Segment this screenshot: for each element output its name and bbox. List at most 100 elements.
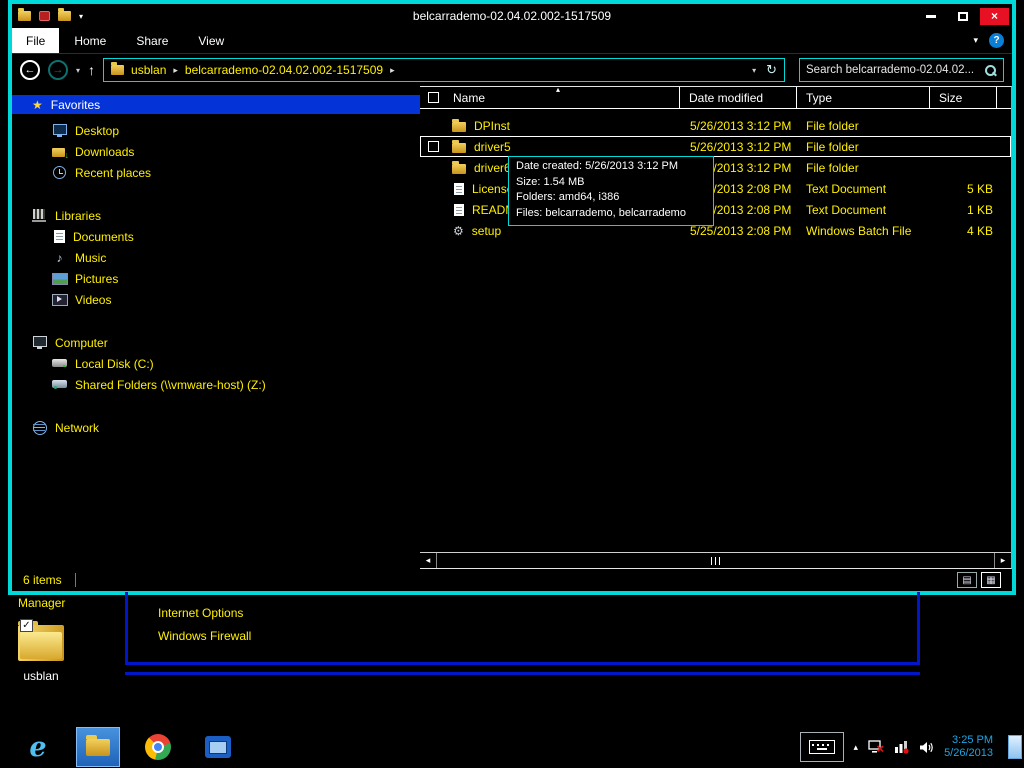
column-header-name[interactable]: Name ▴ (420, 85, 680, 108)
display-status-icon[interactable] (868, 740, 884, 754)
qat-manage-icon[interactable] (39, 11, 50, 21)
back-button[interactable]: ← (20, 60, 40, 80)
scrollbar-thumb[interactable] (438, 555, 993, 566)
scrollbar-track[interactable] (437, 553, 994, 568)
folder-icon (452, 118, 466, 132)
sidebar-item-libraries[interactable]: Libraries (12, 205, 420, 226)
ribbon-expand-chevron-icon[interactable]: ▾ (973, 35, 978, 46)
refresh-icon[interactable]: ↻ (766, 62, 777, 78)
forward-button[interactable]: → (48, 60, 68, 80)
libraries-icon (32, 209, 47, 222)
batch-gear-icon: ⚙ (453, 223, 464, 238)
horizontal-scrollbar[interactable]: ◂ ▸ (420, 552, 1011, 568)
network-status-icon[interactable] (894, 740, 909, 754)
file-row-dpinst[interactable]: DPInst 5/26/2013 3:12 PM File folder (420, 115, 1011, 136)
taskbar-chrome-button[interactable] (136, 727, 180, 767)
sidebar-item-downloads[interactable]: Downloads (12, 141, 420, 162)
sidebar-item-shared-folders[interactable]: Shared Folders (\\vmware-host) (Z:) (12, 374, 420, 395)
sidebar-item-documents[interactable]: Documents (12, 226, 420, 247)
status-bar: 6 items ▤ ▦ (12, 569, 1012, 591)
qat-chevron-down-icon[interactable]: ▾ (79, 12, 83, 21)
column-header-type[interactable]: Type (797, 87, 930, 108)
scroll-right-arrow-icon[interactable]: ▸ (994, 553, 1011, 568)
sidebar-item-recent-places[interactable]: Recent places (12, 162, 420, 183)
tab-home[interactable]: Home (59, 28, 121, 53)
sidebar-item-pictures[interactable]: Pictures (12, 268, 420, 289)
tab-view[interactable]: View (183, 28, 239, 53)
taskbar-app-button[interactable] (196, 727, 240, 767)
sidebar-item-favorites[interactable]: ★ Favorites (12, 95, 420, 114)
minimize-icon (925, 14, 936, 18)
statusbar-divider (74, 573, 76, 587)
sidebar-label: Favorites (50, 97, 101, 112)
link-internet-options[interactable]: Internet Options (158, 606, 917, 620)
documents-icon (54, 230, 65, 243)
desktop-icon-usblan[interactable]: ✓ usblan (12, 619, 70, 683)
breadcrumb-separator-icon[interactable]: ▸ (173, 65, 178, 76)
sidebar-item-desktop[interactable]: Desktop (12, 120, 420, 141)
row-checkbox[interactable] (428, 141, 439, 152)
sidebar-item-network[interactable]: Network (12, 417, 420, 438)
maximize-button[interactable] (948, 8, 977, 25)
taskbar-internet-explorer-button[interactable]: e (16, 727, 60, 767)
search-icon[interactable] (984, 64, 997, 77)
qat-folder-icon[interactable] (58, 8, 71, 21)
select-all-checkbox[interactable] (428, 92, 439, 103)
disk-drive-icon (52, 357, 67, 370)
tab-file[interactable]: File (12, 28, 60, 53)
show-hidden-icons-chevron-icon[interactable]: ▴ (854, 742, 859, 753)
file-explorer-icon (86, 734, 110, 756)
close-button[interactable]: × (980, 7, 1009, 25)
touch-keyboard-button[interactable] (799, 732, 844, 762)
desktop-icon-label: usblan (23, 669, 59, 683)
taskbar-clock[interactable]: 3:25 PM 5/26/2013 (944, 734, 995, 760)
column-header-size[interactable]: Size (930, 87, 997, 108)
address-bar[interactable]: usblan ▸ belcarrademo-02.04.02.002-15175… (103, 58, 785, 82)
volume-icon[interactable] (919, 741, 934, 754)
sidebar-item-computer[interactable]: Computer (12, 332, 420, 353)
scroll-left-arrow-icon[interactable]: ◂ (420, 553, 437, 568)
network-icon (32, 421, 47, 435)
navigation-pane: ★ Favorites Desktop Downloads Recent pla… (12, 86, 420, 569)
titlebar: ▾ belcarrademo-02.04.02.002-1517509 × (12, 4, 1012, 28)
keyboard-icon (808, 740, 835, 754)
file-list-panel: Name ▴ Date modified Type Size DPInst 5/… (420, 85, 1012, 569)
shared-drive-icon (52, 378, 67, 391)
file-row-driver5[interactable]: driver5 5/26/2013 3:12 PM File folder (420, 136, 1011, 157)
background-window-fragment: Internet Options Windows Firewall (125, 592, 920, 665)
link-windows-firewall[interactable]: Windows Firewall (158, 629, 917, 643)
music-icon: ♪ (56, 250, 63, 265)
address-dropdown-chevron-icon[interactable]: ▾ (752, 66, 756, 75)
window-folder-icon[interactable] (18, 8, 31, 21)
close-icon: × (990, 9, 998, 23)
thumbnails-view-button[interactable]: ▦ (981, 572, 1001, 588)
pictures-icon (52, 272, 68, 285)
breadcrumb-current-folder[interactable]: belcarrademo-02.04.02.002-1517509 (185, 63, 383, 77)
taskbar-file-explorer-button[interactable] (76, 727, 120, 767)
star-icon: ★ (32, 97, 43, 112)
sort-ascending-icon: ▴ (556, 85, 561, 94)
maximize-icon (957, 11, 968, 21)
details-view-button[interactable]: ▤ (957, 572, 977, 588)
background-window-text: Manager (18, 596, 66, 610)
folder-tooltip: Date created: 5/26/2013 3:12 PM Size: 1.… (508, 156, 714, 226)
quick-access-toolbar: ▾ (12, 8, 83, 21)
document-icon (454, 203, 464, 216)
sidebar-item-local-disk[interactable]: Local Disk (C:) (12, 353, 420, 374)
app-icon (205, 736, 231, 758)
selected-checkbox[interactable]: ✓ (20, 619, 33, 632)
computer-icon (32, 336, 47, 349)
notification-tile[interactable] (1008, 735, 1022, 759)
help-icon[interactable]: ? (989, 33, 1004, 48)
minimize-button[interactable] (916, 8, 945, 25)
column-header-date-modified[interactable]: Date modified (680, 87, 797, 108)
sidebar-item-music[interactable]: ♪ Music (12, 247, 420, 268)
search-input[interactable] (800, 64, 984, 76)
breadcrumb-usblan[interactable]: usblan (131, 63, 166, 77)
up-button[interactable]: ↑ (88, 62, 95, 78)
tab-share[interactable]: Share (121, 28, 183, 53)
internet-explorer-icon: e (29, 731, 47, 763)
sidebar-item-videos[interactable]: Videos (12, 289, 420, 310)
breadcrumb-separator-icon[interactable]: ▸ (390, 65, 395, 76)
history-chevron-icon[interactable]: ▾ (76, 66, 80, 75)
